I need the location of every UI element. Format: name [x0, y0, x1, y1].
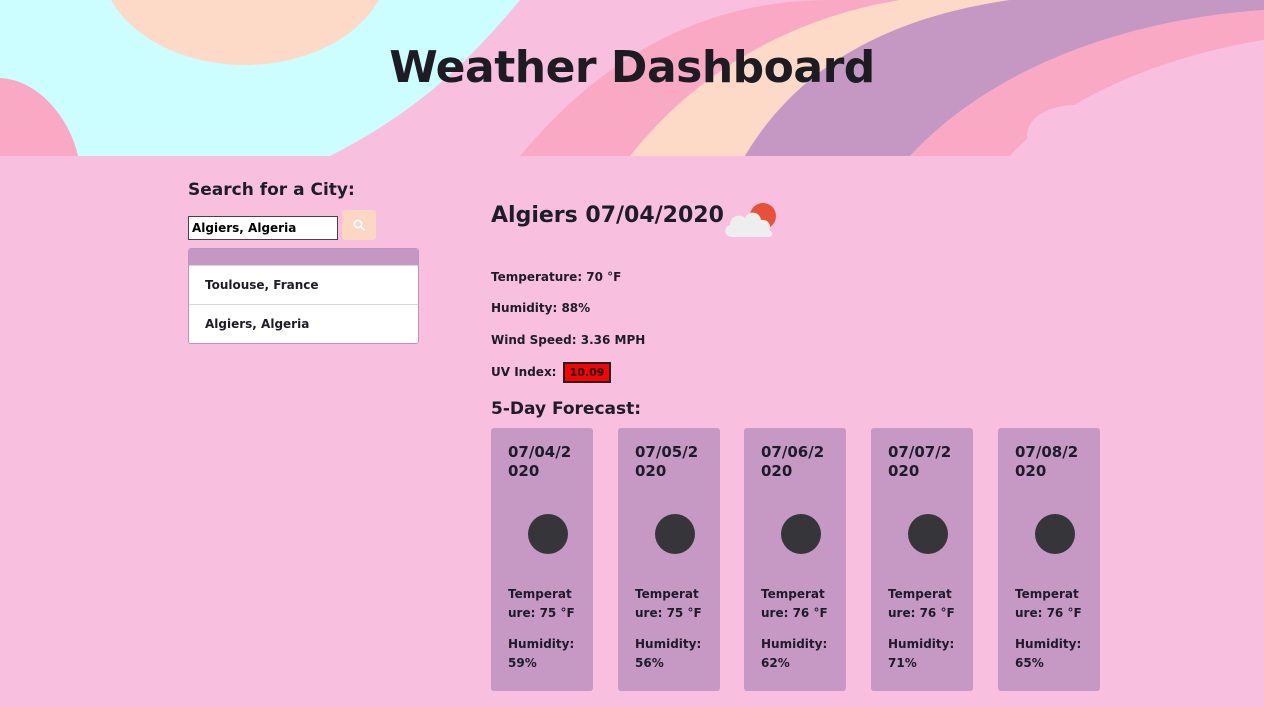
forecast-card: 07/05/2020 Temperature: 75 °F Humidity: …: [618, 428, 720, 691]
forecast-date: 07/06/2020: [761, 443, 825, 480]
forecast-date: 07/05/2020: [635, 443, 699, 480]
forecast-humidity: Humidity: 71%: [888, 637, 955, 670]
weather-icon: [1035, 514, 1075, 554]
current-temperature: Temperature: 70 °F: [491, 270, 622, 284]
forecast-date: 07/04/2020: [508, 443, 572, 480]
forecast-date: 07/08/2020: [1015, 443, 1079, 480]
uv-index-badge: 10.09: [562, 362, 612, 383]
current-wind-speed: Wind Speed: 3.36 MPH: [491, 333, 646, 347]
forecast-card: 07/08/2020 Temperature: 76 °F Humidity: …: [998, 428, 1100, 691]
history-item-toulouse[interactable]: Toulouse, France: [189, 265, 418, 304]
weather-icon: [528, 514, 568, 554]
history-item-algiers[interactable]: Algiers, Algeria: [189, 304, 418, 343]
uv-index-label: UV Index:: [491, 365, 557, 379]
forecast-date: 07/07/2020: [888, 443, 952, 480]
partly-cloudy-sun-icon: [725, 203, 776, 237]
city-search-input[interactable]: [188, 216, 338, 240]
forecast-humidity: Humidity: 65%: [1015, 637, 1082, 670]
forecast-temperature: Temperature: 75 °F: [508, 587, 575, 620]
weather-icon: [908, 514, 948, 554]
current-humidity: Humidity: 88%: [491, 301, 591, 315]
forecast-temperature: Temperature: 76 °F: [1015, 587, 1082, 620]
weather-icon: [781, 514, 821, 554]
header-banner: Weather Dashboard: [0, 0, 1264, 156]
forecast-card: 07/04/2020 Temperature: 75 °F Humidity: …: [491, 428, 593, 691]
forecast-temperature: Temperature: 75 °F: [635, 587, 702, 620]
search-label: Search for a City:: [188, 180, 355, 200]
search-history-list: Toulouse, France Algiers, Algeria: [188, 248, 419, 344]
page-title: Weather Dashboard: [389, 42, 875, 93]
search-button[interactable]: [342, 210, 376, 240]
search-history-header: [189, 249, 418, 265]
search-icon: [353, 219, 365, 231]
current-city-heading: Algiers 07/04/2020: [491, 203, 724, 228]
forecast-card: 07/06/2020 Temperature: 76 °F Humidity: …: [744, 428, 846, 691]
forecast-humidity: Humidity: 56%: [635, 637, 702, 670]
weather-icon: [655, 514, 695, 554]
forecast-title: 5-Day Forecast:: [491, 399, 642, 419]
current-uv-index: UV Index: 10.09: [491, 362, 612, 383]
forecast-temperature: Temperature: 76 °F: [761, 587, 828, 620]
forecast-humidity: Humidity: 62%: [761, 637, 828, 670]
forecast-card: 07/07/2020 Temperature: 76 °F Humidity: …: [871, 428, 973, 691]
forecast-temperature: Temperature: 76 °F: [888, 587, 955, 620]
forecast-humidity: Humidity: 59%: [508, 637, 575, 670]
